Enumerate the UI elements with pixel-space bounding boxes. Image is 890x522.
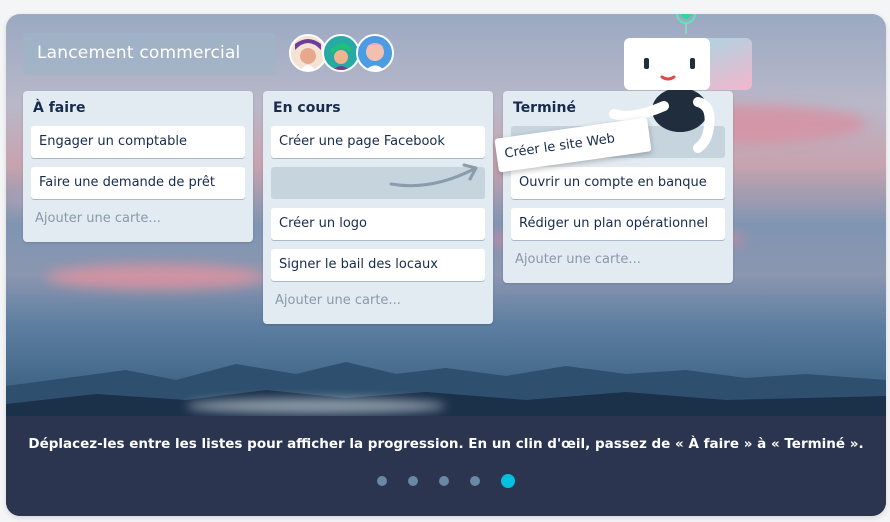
list-in-progress-title: En cours [273,100,341,116]
card[interactable]: Ouvrir un compte en banque [511,167,725,199]
carousel-dot[interactable] [470,476,480,486]
card[interactable]: Créer un logo [271,208,485,240]
mist [186,398,446,414]
board-title-text: Lancement commercial [37,43,241,63]
list-done-title: Terminé [513,100,576,116]
card[interactable]: Faire une demande de prêt [31,167,245,199]
card[interactable]: Créer une page Facebook [271,126,485,158]
avatar-3-icon [358,36,392,70]
drag-arrow-icon [389,163,478,188]
card[interactable]: Engager un comptable [31,126,245,158]
avatar-2-icon [324,36,358,70]
card[interactable]: Rédiger un plan opérationnel [511,208,725,240]
avatar-1-icon [291,36,325,70]
carousel-dot-active[interactable] [501,474,515,488]
board-title[interactable]: Lancement commercial [23,33,276,75]
mountains [6,362,886,420]
carousel-slide: Lancement commercial À faire Engager un … [6,14,886,516]
carousel-dot[interactable] [408,476,418,486]
avatar-3[interactable] [356,34,394,72]
avatar-2[interactable] [322,34,360,72]
add-card-link[interactable]: Ajouter une carte... [35,211,161,226]
carousel-dot[interactable] [439,476,449,486]
list-todo-title: À faire [33,100,86,116]
carousel-dot[interactable] [377,476,387,486]
add-card-link[interactable]: Ajouter une carte... [275,293,401,308]
card[interactable]: Signer le bail des locaux [271,249,485,281]
caption-footer: Déplacez-les entre les listes pour affic… [6,416,886,516]
list-todo: À faire Engager un comptable Faire une d… [23,91,253,242]
list-in-progress: En cours Créer une page Facebook Créer u… [263,91,493,324]
add-card-link[interactable]: Ajouter une carte... [515,252,641,267]
carousel-dots [6,474,886,488]
caption-text: Déplacez-les entre les listes pour affic… [28,436,864,452]
